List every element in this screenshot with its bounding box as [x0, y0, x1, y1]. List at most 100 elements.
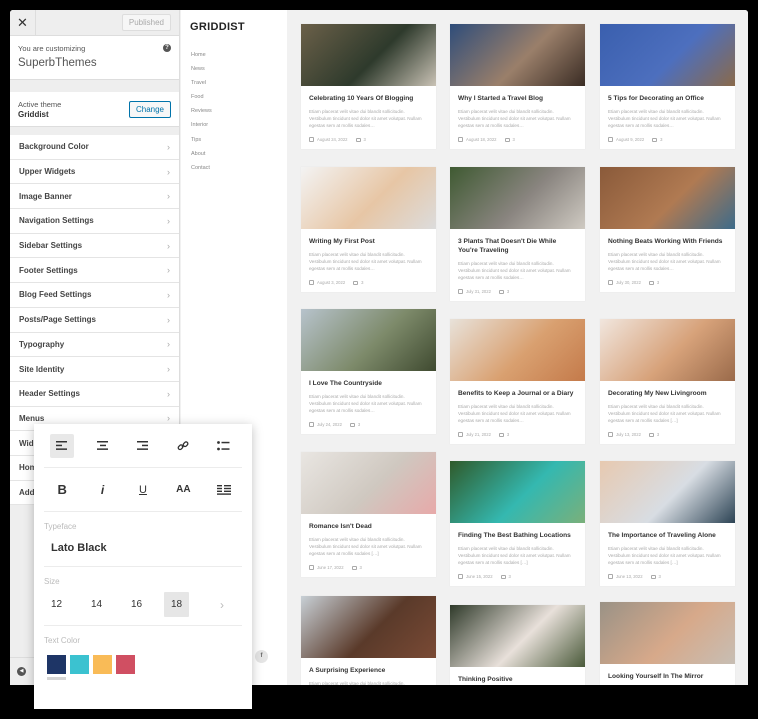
customizer-section-item[interactable]: Footer Settings ›: [10, 258, 179, 284]
align-right-button[interactable]: [131, 434, 155, 458]
bullet-list-button[interactable]: [212, 434, 236, 458]
text-color-swatches: [34, 645, 252, 680]
collapse-sidebar-icon[interactable]: ◀: [17, 667, 26, 676]
color-swatch[interactable]: [116, 655, 135, 674]
published-button[interactable]: Published: [121, 14, 171, 31]
post-title[interactable]: I Love The Countryside: [309, 379, 428, 388]
post-card[interactable]: Celebrating 10 Years Of Blogging Etiam pl…: [301, 24, 436, 149]
size-option[interactable]: 18: [164, 592, 189, 617]
post-thumbnail[interactable]: [301, 24, 436, 86]
customizer-section-item[interactable]: Sidebar Settings ›: [10, 233, 179, 259]
nav-item[interactable]: Food: [191, 94, 212, 108]
justify-button[interactable]: [212, 478, 236, 502]
post-thumbnail[interactable]: [301, 452, 436, 514]
link-button[interactable]: [171, 434, 195, 458]
color-swatch-option[interactable]: [47, 655, 66, 680]
post-card[interactable]: Decorating My New Livingroom Etiam placer…: [600, 319, 735, 444]
customizer-section-item[interactable]: Upper Widgets ›: [10, 159, 179, 185]
customizing-label: You are customizing: [18, 44, 86, 53]
post-thumbnail[interactable]: [301, 596, 436, 658]
post-thumbnail[interactable]: [301, 309, 436, 371]
post-title[interactable]: The Importance of Traveling Alone: [608, 531, 727, 540]
post-title[interactable]: Looking Yourself In The Mirror: [608, 672, 727, 681]
post-thumbnail[interactable]: [450, 605, 585, 667]
color-swatch[interactable]: [70, 655, 89, 674]
site-logo[interactable]: GRIDDIST: [190, 21, 245, 33]
post-card[interactable]: Thinking Positive: [450, 605, 585, 685]
post-title[interactable]: Romance Isn't Dead: [309, 522, 428, 531]
customizer-section-item[interactable]: Site Identity ›: [10, 357, 179, 382]
post-title[interactable]: Nothing Beats Working With Friends: [608, 237, 727, 246]
customizer-section-item[interactable]: Background Color ›: [10, 135, 179, 160]
customizer-section-item[interactable]: Navigation Settings ›: [10, 209, 179, 234]
nav-item[interactable]: Contact: [191, 165, 212, 179]
italic-button[interactable]: i: [91, 478, 115, 502]
post-thumbnail[interactable]: [450, 319, 585, 381]
color-swatch[interactable]: [47, 655, 66, 674]
post-thumbnail[interactable]: [450, 24, 585, 86]
post-thumbnail[interactable]: [450, 167, 585, 229]
post-title[interactable]: Benefits to Keep a Journal or a Diary: [458, 389, 577, 398]
bold-button[interactable]: B: [50, 478, 74, 502]
align-center-button[interactable]: [91, 434, 115, 458]
post-card[interactable]: I Love The Countryside Etiam placerat vel…: [301, 309, 436, 434]
size-option[interactable]: 16: [124, 592, 149, 617]
help-icon[interactable]: ?: [163, 44, 171, 52]
post-card[interactable]: Benefits to Keep a Journal or a Diary Eti…: [450, 319, 585, 444]
uppercase-button[interactable]: AA: [171, 478, 195, 502]
customizer-section-item[interactable]: Image Banner ›: [10, 184, 179, 210]
post-thumbnail[interactable]: [301, 167, 436, 229]
facebook-icon[interactable]: f: [255, 650, 268, 663]
post-title[interactable]: A Surprising Experience: [309, 666, 428, 675]
post-thumbnail[interactable]: [600, 167, 735, 229]
color-swatch-option[interactable]: [70, 655, 89, 680]
post-thumbnail[interactable]: [600, 319, 735, 381]
post-title[interactable]: Thinking Positive: [458, 675, 577, 684]
post-title[interactable]: Writing My First Post: [309, 237, 428, 246]
change-theme-button[interactable]: Change: [128, 101, 171, 118]
nav-item[interactable]: Interior: [191, 122, 212, 136]
size-option[interactable]: 12: [44, 592, 69, 617]
post-thumbnail[interactable]: [450, 461, 585, 523]
comment-count: 3: [512, 137, 515, 142]
post-excerpt: Etiam placerat velit vitae dui blandit s…: [608, 546, 721, 565]
post-thumbnail[interactable]: [600, 24, 735, 86]
nav-item[interactable]: Reviews: [191, 108, 212, 122]
color-swatch-option[interactable]: [116, 655, 135, 680]
customizer-section-item[interactable]: Typography ›: [10, 332, 179, 358]
post-card[interactable]: 3 Plants That Doesn't Die While You're T…: [450, 167, 585, 301]
customizer-section-item[interactable]: Header Settings ›: [10, 381, 179, 407]
post-card[interactable]: Nothing Beats Working With Friends Etiam …: [600, 167, 735, 292]
post-card[interactable]: Finding The Best Bathing Locations Etiam …: [450, 461, 585, 586]
post-card[interactable]: Why I Started a Travel Blog Etiam placera…: [450, 24, 585, 149]
post-thumbnail[interactable]: [600, 461, 735, 523]
post-card[interactable]: Writing My First Post Etiam placerat veli…: [301, 167, 436, 292]
customizer-section-item[interactable]: Posts/Page Settings ›: [10, 307, 179, 333]
post-card[interactable]: A Surprising Experience Etiam placerat ve…: [301, 596, 436, 685]
color-swatch-option[interactable]: [93, 655, 112, 680]
nav-item[interactable]: About: [191, 151, 212, 165]
post-title[interactable]: 5 Tips for Decorating an Office: [608, 94, 727, 103]
post-card[interactable]: Looking Yourself In The Mirror: [600, 602, 735, 685]
nav-item[interactable]: Home: [191, 52, 212, 66]
post-title[interactable]: Celebrating 10 Years Of Blogging: [309, 94, 428, 103]
chevron-right-icon[interactable]: ›: [220, 598, 224, 612]
post-card[interactable]: Romance Isn't Dead Etiam placerat velit v…: [301, 452, 436, 577]
size-option[interactable]: 14: [84, 592, 109, 617]
nav-item[interactable]: Tips: [191, 137, 212, 151]
customizer-section-item[interactable]: Blog Feed Settings ›: [10, 283, 179, 308]
post-card[interactable]: The Importance of Traveling Alone Etiam p…: [600, 461, 735, 586]
post-title[interactable]: Finding The Best Bathing Locations: [458, 531, 577, 540]
post-card[interactable]: 5 Tips for Decorating an Office Etiam pla…: [600, 24, 735, 149]
post-title[interactable]: Decorating My New Livingroom: [608, 389, 727, 398]
color-swatch[interactable]: [93, 655, 112, 674]
post-thumbnail[interactable]: [600, 602, 735, 664]
nav-item[interactable]: Travel: [191, 80, 212, 94]
close-icon[interactable]: ✕: [10, 10, 36, 36]
post-title[interactable]: Why I Started a Travel Blog: [458, 94, 577, 103]
typeface-select[interactable]: Lato Black: [34, 531, 252, 566]
align-left-button[interactable]: [50, 433, 75, 458]
nav-item[interactable]: News: [191, 66, 212, 80]
underline-button[interactable]: U: [131, 478, 155, 502]
post-title[interactable]: 3 Plants That Doesn't Die While You're T…: [458, 237, 577, 255]
